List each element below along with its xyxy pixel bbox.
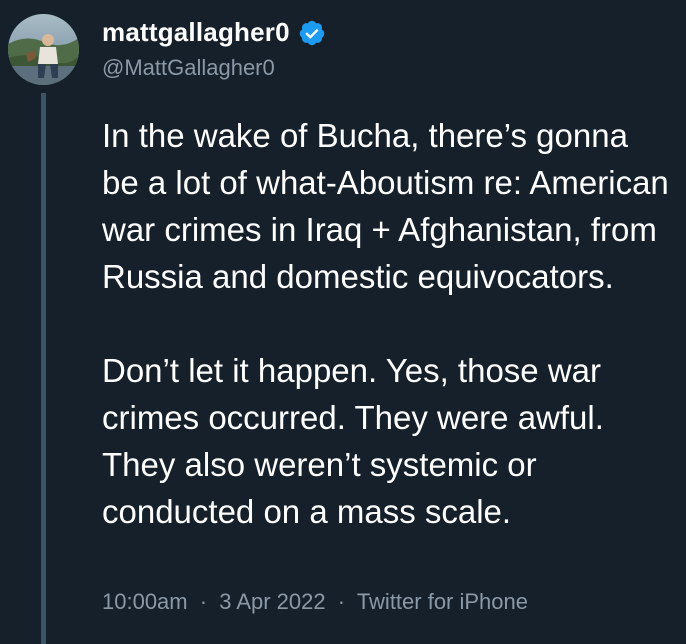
author-handle[interactable]: @MattGallagher0 — [102, 55, 275, 81]
verified-badge-icon — [298, 19, 326, 47]
avatar[interactable] — [8, 14, 79, 85]
tweet-date[interactable]: 3 Apr 2022 — [219, 589, 325, 614]
meta-separator: · — [199, 589, 208, 614]
thread-line — [41, 93, 46, 644]
tweet-paragraph: In the wake of Bucha, there’s gonna be a… — [102, 117, 669, 295]
meta-separator: · — [337, 589, 346, 614]
tweet-paragraph: Don’t let it happen. Yes, those war crim… — [102, 352, 604, 530]
tweet-time[interactable]: 10:00am — [102, 589, 188, 614]
tweet-source[interactable]: Twitter for iPhone — [357, 589, 528, 614]
tweet: mattgallagher0 @MattGallagher0 In the wa… — [0, 0, 686, 644]
tweet-text: In the wake of Bucha, there’s gonna be a… — [102, 112, 672, 535]
tweet-meta: 10:00am · 3 Apr 2022 · Twitter for iPhon… — [102, 589, 528, 615]
avatar-photo — [8, 14, 79, 85]
author-display-name[interactable]: mattgallagher0 — [102, 17, 290, 48]
author-name-row: mattgallagher0 — [102, 17, 326, 48]
